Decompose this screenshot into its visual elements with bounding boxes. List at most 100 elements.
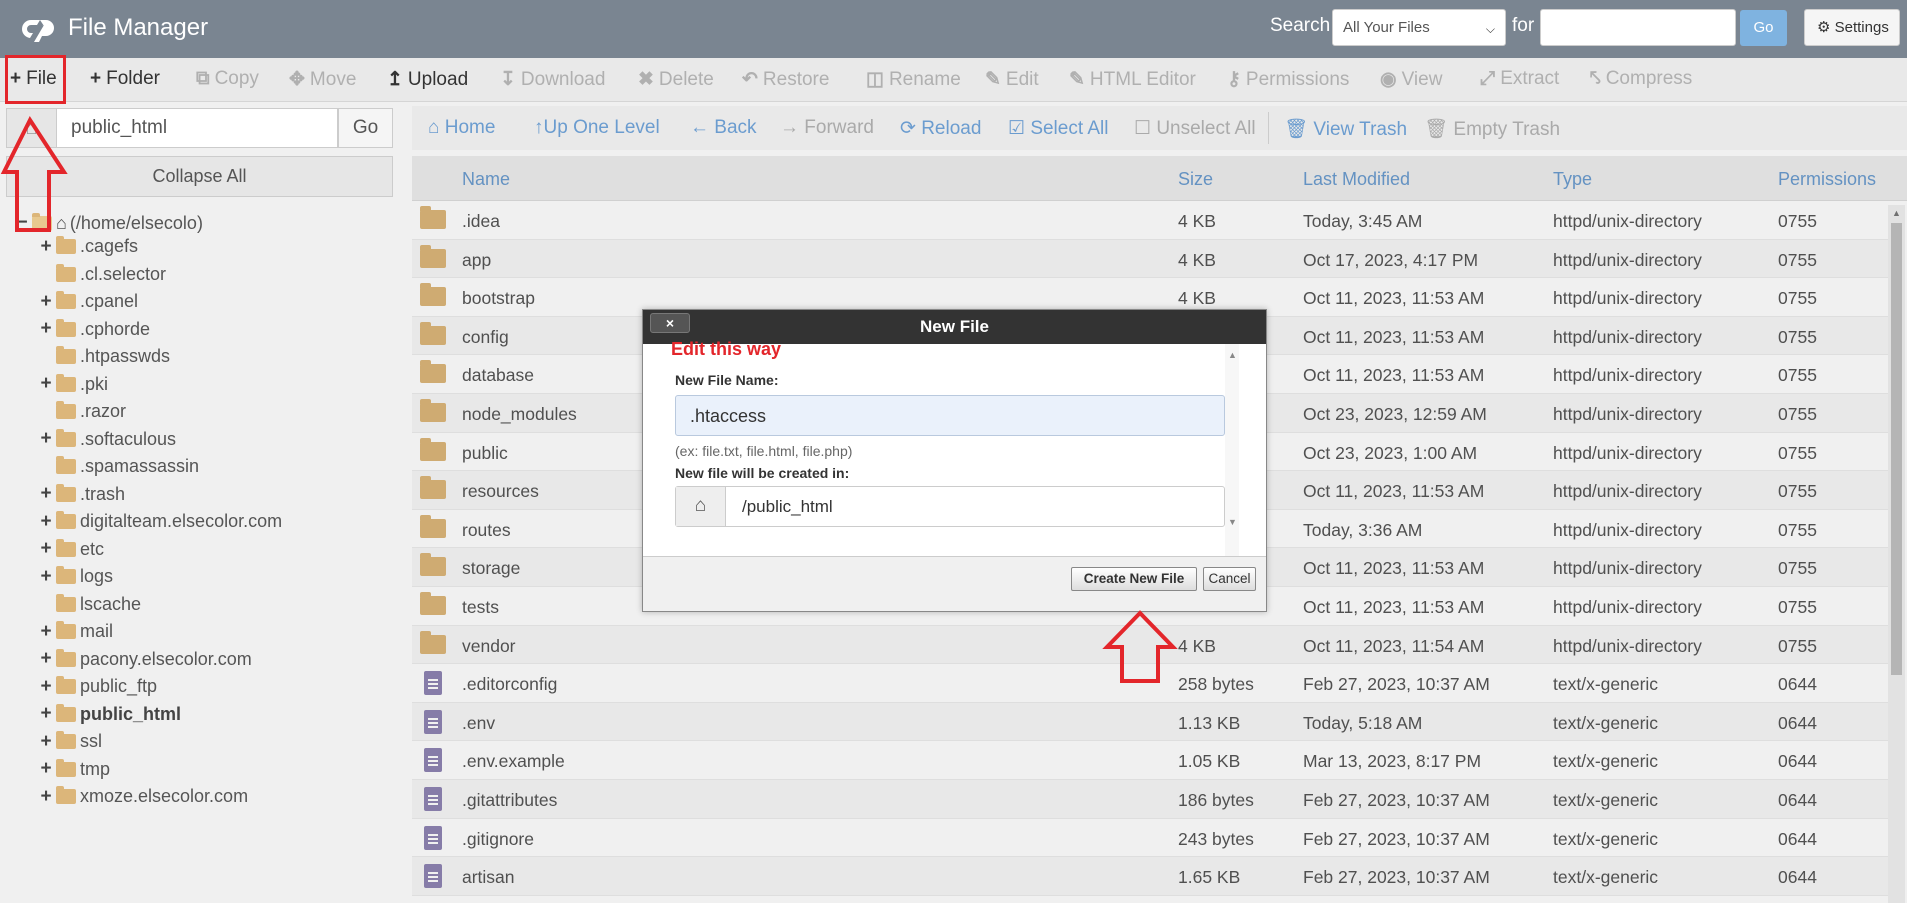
- tree-root-label: (/home/elsecolo): [69, 212, 203, 233]
- tree-item[interactable]: .cl.selector: [54, 261, 166, 287]
- expand-icon[interactable]: +: [38, 318, 54, 340]
- expand-icon[interactable]: +: [38, 758, 54, 780]
- folder-icon: [56, 703, 76, 722]
- create-new-file-button[interactable]: Create New File: [1071, 567, 1197, 591]
- cpanel-logo-icon[interactable]: [18, 13, 58, 45]
- scroll-up-icon[interactable]: ▲: [1228, 350, 1237, 360]
- expand-icon[interactable]: +: [38, 676, 54, 698]
- tree-item-label: .softaculous: [80, 428, 177, 449]
- expand-icon[interactable]: +: [38, 291, 54, 313]
- nav-select-all-button[interactable]: ☑ Select All: [1008, 117, 1108, 140]
- plus-icon: +: [90, 68, 102, 89]
- nav-reload-button[interactable]: ⟳ Reload: [900, 117, 981, 140]
- home-icon: ⌂: [25, 117, 38, 139]
- nav-empty-trash-button[interactable]: 🗑 Empty Trash: [1424, 117, 1560, 141]
- chevron-down-icon: ⌵: [1485, 22, 1495, 36]
- tree-item[interactable]: .spamassassin: [54, 454, 199, 480]
- tree-item[interactable]: + .trash: [38, 481, 125, 507]
- dialog-close-button[interactable]: ×: [650, 313, 690, 333]
- collapse-icon[interactable]: −: [14, 212, 30, 234]
- delete-button[interactable]: ✖ Delete: [638, 68, 714, 91]
- tree-item[interactable]: + .cagefs: [38, 234, 138, 260]
- nav-unselect-all-button[interactable]: ☐ Unselect All: [1134, 117, 1256, 140]
- expand-icon[interactable]: +: [38, 703, 54, 725]
- tree-item[interactable]: + public_html: [38, 701, 181, 727]
- tree-item-label: logs: [80, 566, 114, 586]
- nav-forward-button[interactable]: → Forward: [780, 117, 874, 139]
- expand-icon[interactable]: +: [38, 236, 54, 258]
- expand-icon[interactable]: +: [38, 428, 54, 450]
- tree-item[interactable]: .razor: [54, 399, 126, 425]
- arrow-left-icon: ←: [690, 117, 715, 138]
- tree-item[interactable]: + public_ftp: [38, 674, 157, 700]
- collapse-all-button[interactable]: Collapse All: [6, 156, 393, 197]
- copy-button[interactable]: ⧉ Copy: [196, 68, 259, 90]
- tree-item[interactable]: lscache: [54, 591, 141, 617]
- tree-item[interactable]: + tmp: [38, 756, 110, 782]
- upload-icon: ↥: [387, 69, 403, 90]
- folder-icon: [56, 483, 76, 502]
- html-editor-button[interactable]: ✎ HTML Editor: [1069, 68, 1196, 91]
- expand-icon[interactable]: +: [38, 648, 54, 670]
- compress-button[interactable]: ⤣ Compress: [1590, 68, 1692, 90]
- nav-view-trash-button[interactable]: 🗑 View Trash: [1284, 117, 1407, 141]
- tree-root[interactable]: − ⌂ (/home/elsecolo): [14, 210, 203, 236]
- dialog-scrollbar[interactable]: ▲ ▼: [1225, 344, 1239, 556]
- expand-icon[interactable]: +: [38, 621, 54, 643]
- expand-icon[interactable]: +: [38, 511, 54, 533]
- folder-icon: [56, 538, 76, 557]
- scroll-down-icon[interactable]: ▼: [1228, 517, 1237, 527]
- path-home-button[interactable]: ⌂: [6, 108, 56, 148]
- permissions-button[interactable]: ⚷ Permissions: [1227, 68, 1349, 91]
- new-file-name-input[interactable]: .htaccess: [675, 395, 1225, 436]
- tree-item-label: etc: [80, 538, 105, 559]
- tree-item[interactable]: + digitalteam.elsecolor.com: [38, 509, 282, 535]
- upload-button[interactable]: ↥ Upload: [387, 68, 468, 91]
- expand-icon[interactable]: +: [38, 373, 54, 395]
- target-directory-field[interactable]: ⌂ /public_html: [675, 486, 1225, 527]
- settings-label: Settings: [1834, 19, 1889, 36]
- move-button[interactable]: ✥ Move: [289, 68, 356, 91]
- nav-back-button[interactable]: ← Back: [690, 117, 757, 139]
- dialog-footer: Create New File Cancel: [643, 556, 1266, 611]
- tree-item[interactable]: + ssl: [38, 729, 102, 755]
- search-go-button[interactable]: Go: [1740, 10, 1787, 46]
- target-directory-value: /public_html: [742, 497, 833, 516]
- cancel-button[interactable]: Cancel: [1203, 567, 1256, 591]
- expand-icon[interactable]: +: [38, 483, 54, 505]
- folder-icon: [56, 511, 76, 529]
- folder-icon: [56, 263, 76, 282]
- download-button[interactable]: ↧ Download: [500, 68, 605, 91]
- tree-item[interactable]: + .softaculous: [38, 426, 176, 452]
- folder-icon: [56, 318, 76, 337]
- expand-icon[interactable]: +: [38, 786, 54, 808]
- nav-up-button[interactable]: ↑Up One Level: [534, 117, 660, 139]
- tree-item[interactable]: + mail: [38, 619, 113, 645]
- settings-button[interactable]: ⚙ Settings: [1804, 9, 1900, 46]
- tree-item-label: ssl: [80, 731, 102, 751]
- search-input[interactable]: [1540, 9, 1736, 46]
- tree-item[interactable]: + xmoze.elsecolor.com: [38, 784, 248, 810]
- path-input[interactable]: public_html: [56, 108, 338, 148]
- nav-home-button[interactable]: ⌂ Home: [428, 117, 495, 139]
- expand-icon[interactable]: +: [38, 538, 54, 560]
- expand-icon[interactable]: +: [38, 566, 54, 588]
- tree-item[interactable]: + etc: [38, 536, 104, 562]
- tree-item[interactable]: + .cphorde: [38, 316, 150, 342]
- tree-item[interactable]: + .cpanel: [38, 289, 138, 315]
- path-go-button[interactable]: Go: [338, 108, 393, 148]
- new-folder-button[interactable]: + Folder: [90, 68, 160, 90]
- view-button[interactable]: ◉ View: [1380, 68, 1442, 91]
- checkbox-checked-icon: ☑: [1008, 118, 1031, 139]
- rename-button[interactable]: ◫ Rename: [866, 68, 961, 91]
- tree-item[interactable]: + pacony.elsecolor.com: [38, 646, 251, 672]
- search-scope-select[interactable]: All Your Files ⌵: [1332, 9, 1506, 46]
- folder-icon: [56, 428, 76, 447]
- extract-button[interactable]: ⤢ Extract: [1480, 68, 1559, 90]
- tree-item[interactable]: + logs: [38, 564, 113, 590]
- tree-item[interactable]: .htpasswds: [54, 344, 170, 370]
- restore-button[interactable]: ↶ Restore: [742, 68, 829, 91]
- edit-button[interactable]: ✎ Edit: [985, 68, 1039, 91]
- expand-icon[interactable]: +: [38, 731, 54, 753]
- tree-item[interactable]: + .pki: [38, 371, 108, 397]
